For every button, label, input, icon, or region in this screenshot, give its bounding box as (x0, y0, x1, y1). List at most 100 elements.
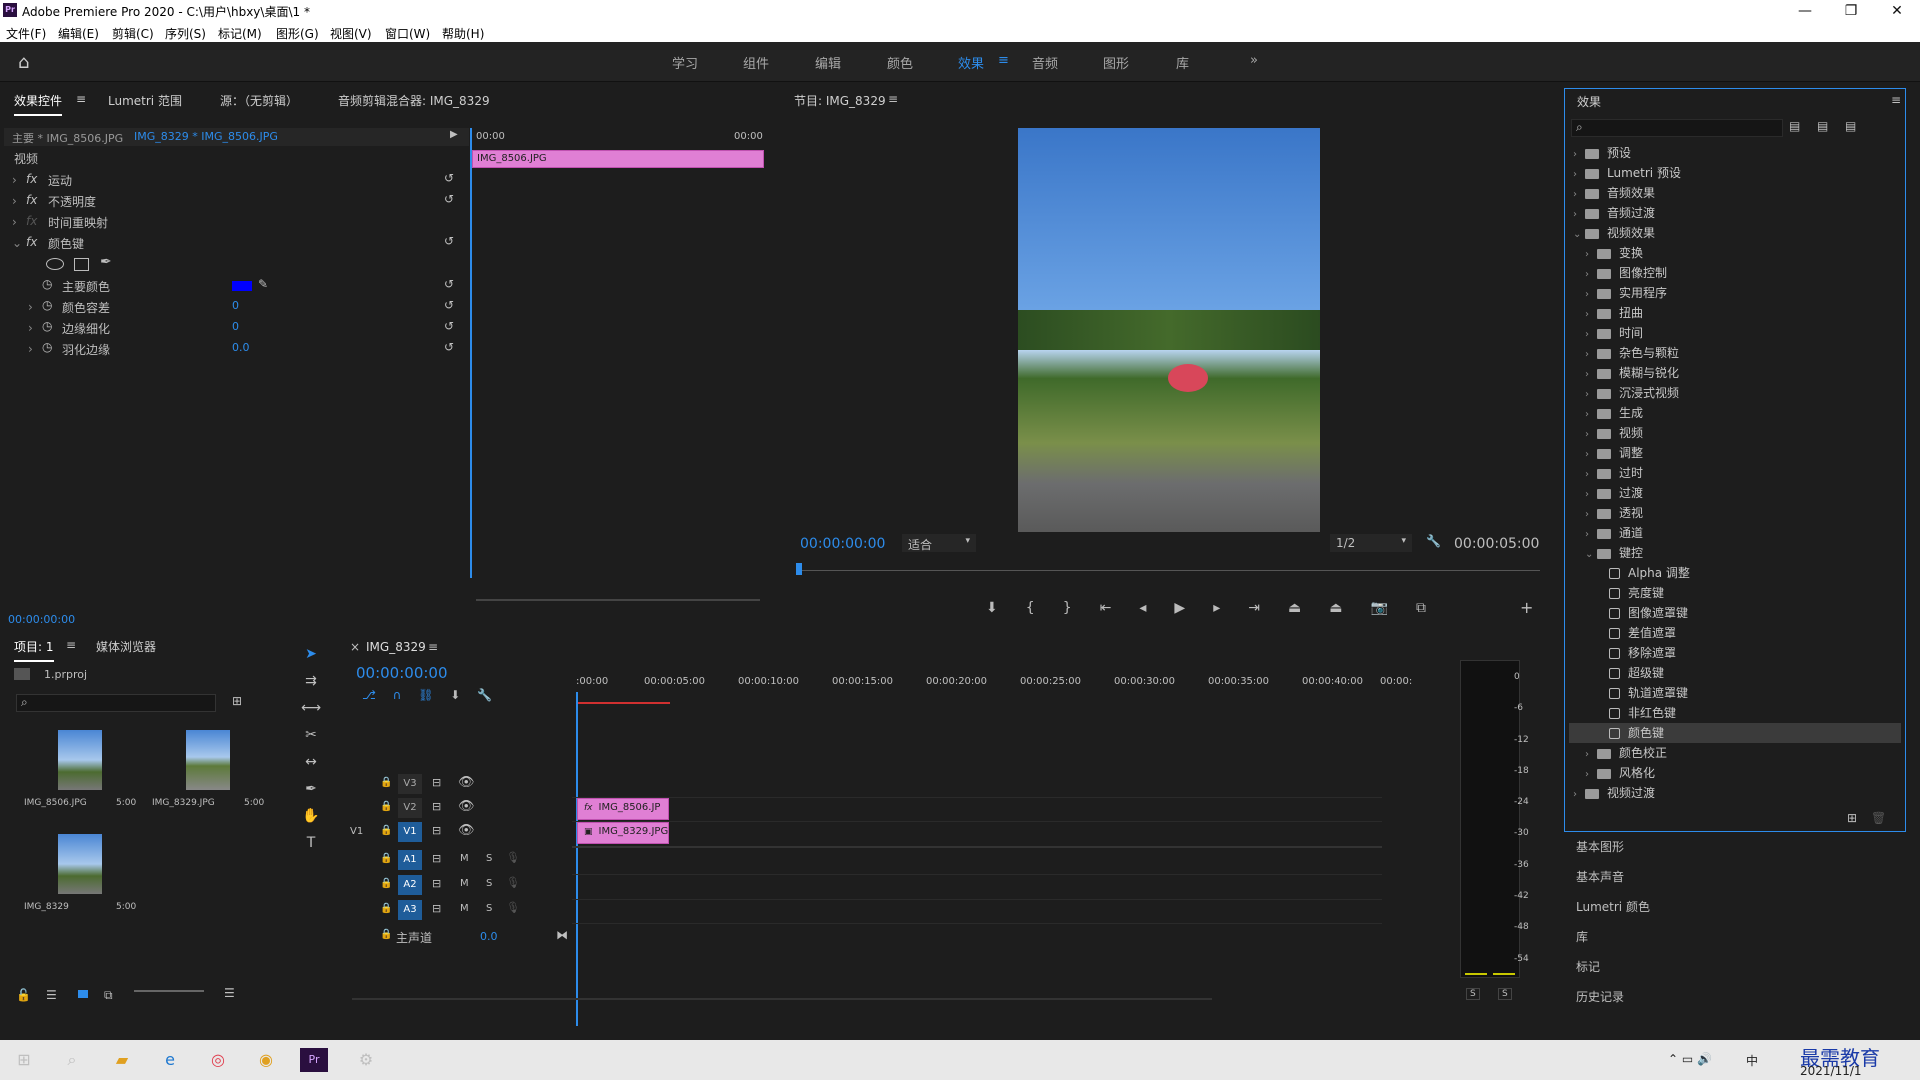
ripple-edit-tool-icon[interactable]: ⟷ (292, 700, 330, 727)
effects-tree-item[interactable]: 非红色键 (1569, 703, 1901, 723)
close-button[interactable]: ✕ (1874, 0, 1920, 22)
section-libraries[interactable]: 库 (1576, 928, 1588, 950)
razor-tool-icon[interactable]: ✂ (292, 727, 330, 754)
tab-project[interactable]: 项目: 1 (14, 638, 54, 662)
section-markers[interactable]: 标记 (1576, 958, 1600, 980)
sync-lock-icon[interactable]: ⊟ (432, 877, 441, 890)
workspace-menu-icon[interactable]: ≡ (998, 53, 1009, 68)
menu-clip[interactable]: 剪辑(C) (112, 25, 154, 42)
tab-source[interactable]: 源：（无剪辑） (220, 92, 298, 116)
chevron-right-icon[interactable]: › (1585, 345, 1597, 365)
effects-tree-item[interactable]: › 视频 (1569, 423, 1901, 443)
track-label[interactable]: V2 (398, 798, 422, 818)
selection-tool-icon[interactable]: ➤ (292, 646, 330, 673)
app-icon[interactable]: ◎ (204, 1048, 232, 1072)
effects-tree-item[interactable]: › 生成 (1569, 403, 1901, 423)
solo-button[interactable]: S (486, 903, 492, 914)
menu-file[interactable]: 文件(F) (6, 25, 46, 42)
chevron-right-icon[interactable]: › (1585, 445, 1597, 465)
section-lumetri-color[interactable]: Lumetri 颜色 (1576, 898, 1650, 920)
effects-tree-item[interactable]: Alpha 调整 (1569, 563, 1901, 583)
section-essential-sound[interactable]: 基本声音 (1576, 868, 1624, 890)
step-back-icon[interactable]: ◂ (1139, 600, 1146, 616)
eye-icon[interactable]: 👁 (458, 775, 475, 790)
effects-tree-item[interactable]: › Lumetri 预设 (1569, 163, 1901, 183)
zoom-slider[interactable] (134, 990, 204, 992)
tab-media-browser[interactable]: 媒体浏览器 (96, 638, 156, 662)
program-timecode[interactable]: 00:00:00:00 (800, 536, 885, 552)
fx-opacity-row[interactable]: › fx 不透明度 ↺ (4, 191, 464, 211)
effects-tree-item[interactable]: 超级键 (1569, 663, 1901, 683)
wrench-icon[interactable]: 🔧 (1426, 534, 1441, 548)
effects-tree-item[interactable]: › 图像控制 (1569, 263, 1901, 283)
stopwatch-icon[interactable]: ◷ (42, 319, 52, 333)
effects-tree-item[interactable]: › 透视 (1569, 503, 1901, 523)
panel-menu-icon[interactable]: ≡ (1891, 93, 1901, 107)
go-to-out-icon[interactable]: ⇥ (1248, 600, 1260, 616)
eyedropper-icon[interactable]: ✎ (258, 277, 268, 291)
effects-tree-item[interactable]: › 音频效果 (1569, 183, 1901, 203)
add-button-icon[interactable]: + (1520, 598, 1533, 617)
effects-tree-item[interactable]: 移除遮罩 (1569, 643, 1901, 663)
home-icon[interactable]: ⌂ (18, 52, 29, 73)
wrench-icon[interactable]: 🔧 (477, 688, 492, 702)
accelerated-effects-icon[interactable]: ▤ (1789, 119, 1800, 133)
track-label[interactable]: A2 (398, 875, 422, 895)
effects-tree-item[interactable]: › 模糊与锐化 (1569, 363, 1901, 383)
pen-mask-icon[interactable]: ✒ (100, 254, 112, 270)
chevron-down-icon[interactable]: ⌄ (1585, 545, 1597, 565)
project-item[interactable]: IMG_8506.JPG 5:00 (16, 726, 144, 830)
premiere-taskbar-icon[interactable]: Pr (300, 1048, 328, 1072)
chevron-right-icon[interactable]: › (1585, 525, 1597, 545)
track-select-tool-icon[interactable]: ⇉ (292, 673, 330, 700)
file-explorer-icon[interactable]: ▰ (108, 1048, 136, 1072)
reset-icon[interactable]: ↺ (444, 298, 454, 312)
chevron-right-icon[interactable]: › (1585, 265, 1597, 285)
effects-search-input[interactable]: ⌕ (1571, 119, 1783, 137)
effects-tree-item[interactable]: › 时间 (1569, 323, 1901, 343)
ec-clip-bar[interactable]: IMG_8506.JPG (472, 150, 764, 168)
go-to-in-icon[interactable]: ⇤ (1100, 600, 1112, 616)
panel-menu-icon[interactable]: ≡ (66, 638, 76, 652)
fx-color-key-row[interactable]: ⌄ fx 颜色键 ↺ (4, 233, 464, 253)
new-bin-icon[interactable]: ⊞ (232, 694, 242, 708)
slip-tool-icon[interactable]: ↔ (292, 754, 330, 781)
ec-playhead[interactable] (470, 128, 472, 578)
tab-effect-controls[interactable]: 效果控件 (14, 92, 63, 116)
effects-tree-item[interactable]: › 扭曲 (1569, 303, 1901, 323)
chevron-right-icon[interactable]: › (1585, 305, 1597, 325)
program-playhead[interactable] (796, 563, 802, 575)
ec-timecode[interactable]: 00:00:00:00 (8, 613, 75, 626)
step-forward-icon[interactable]: ▸ (1213, 600, 1220, 616)
windows-start-icon[interactable]: ⊞ (10, 1048, 38, 1072)
chevron-right-icon[interactable]: › (1585, 505, 1597, 525)
sync-lock-icon[interactable]: ⊟ (432, 902, 441, 915)
master-volume[interactable]: 0.0 (480, 930, 498, 943)
mute-button[interactable]: M (460, 903, 469, 914)
workspace-libraries[interactable]: 库 (1176, 53, 1189, 72)
solo-button[interactable]: S (486, 878, 492, 889)
effects-tree-item[interactable]: › 沉浸式视频 (1569, 383, 1901, 403)
reset-icon[interactable]: ↺ (444, 340, 454, 354)
reset-icon[interactable]: ↺ (444, 319, 454, 333)
stopwatch-icon[interactable]: ◷ (42, 298, 52, 312)
panel-menu-icon[interactable]: ≡ (888, 92, 898, 106)
snap-icon[interactable]: ∩ (393, 688, 402, 702)
freeform-view-icon[interactable]: ⧉ (104, 988, 113, 1003)
workspace-assembly[interactable]: 组件 (743, 53, 769, 72)
lock-icon[interactable]: 🔒 (380, 801, 392, 812)
ellipse-mask-icon[interactable] (46, 258, 64, 270)
source-patch-v1[interactable]: V1 (350, 826, 363, 837)
chevron-right-icon[interactable]: › (1585, 385, 1597, 405)
sequence-clip-selector[interactable]: IMG_8329 * IMG_8506.JPG (134, 130, 278, 143)
32bit-effects-icon[interactable]: ▤ (1817, 119, 1828, 133)
edge-feather-value[interactable]: 0.0 (232, 341, 250, 354)
sync-lock-icon[interactable]: ⊟ (432, 800, 441, 813)
effects-tree-item[interactable]: › 杂色与颗粒 (1569, 343, 1901, 363)
lock-icon[interactable]: 🔒 (380, 853, 392, 864)
chevron-right-icon[interactable]: › (1585, 405, 1597, 425)
effects-tree-item[interactable]: 亮度键 (1569, 583, 1901, 603)
color-tolerance-value[interactable]: 0 (232, 299, 239, 312)
sort-icon[interactable]: ☰ (224, 986, 235, 1000)
eye-icon[interactable]: 👁 (458, 823, 475, 838)
